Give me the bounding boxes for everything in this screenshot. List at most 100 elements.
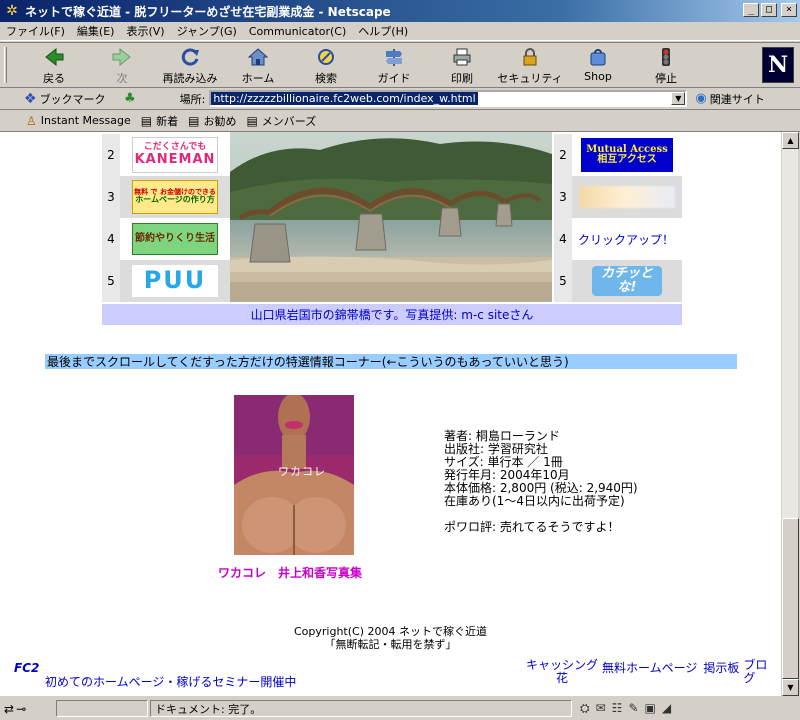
address-book-icon[interactable]: ▣ (645, 701, 656, 716)
component-bar: ⛭ ✉ ☷ ✎ ▣ ◢ (580, 701, 671, 716)
page-proxy-icon[interactable]: ♣ (124, 91, 136, 106)
banner-puu-line1: PUU (143, 266, 207, 295)
minimize-button[interactable]: _ (743, 3, 759, 17)
location-dropdown-icon[interactable]: ▼ (671, 92, 686, 105)
members-button[interactable]: ▤ メンバーズ (246, 113, 316, 129)
stop-label: 停止 (655, 72, 677, 85)
mail-icon[interactable]: ✉ (596, 701, 606, 716)
scrollbar-thumb[interactable] (782, 518, 799, 679)
new-button[interactable]: ▤ 新着 (141, 113, 178, 129)
banner-homepage[interactable]: 無料 で お金儲けのできる ホームページの作り方 (120, 176, 230, 218)
location-url: http://zzzzzbillionaire.fc2web.com/index… (211, 92, 478, 105)
page-content: 2 3 4 5 こだくさんでも KANEMAN 無料 で お金儲けのできる ホー… (0, 132, 781, 696)
close-button[interactable]: × (781, 3, 797, 17)
reload-button[interactable]: 再読み込み (156, 43, 224, 87)
copyright-text: Copyright(C) 2004 ネットで稼ぐ近道 (294, 625, 487, 638)
composer-icon[interactable]: ✎ (628, 701, 638, 716)
bookmarks-button[interactable]: ❖ ブックマーク (24, 91, 124, 107)
back-button[interactable]: 戻る (20, 43, 88, 87)
netscape-app-icon: ✲ (6, 3, 18, 19)
footer-link-bbs[interactable]: 掲示板 (703, 659, 739, 685)
banner-puu[interactable]: PUU (120, 260, 230, 302)
banner-table: 2 3 4 5 こだくさんでも KANEMAN 無料 で お金儲けのできる ホー… (102, 132, 682, 306)
row-number: 5 (102, 260, 120, 302)
stop-button[interactable]: 停止 (632, 43, 700, 87)
scroll-down-icon[interactable]: ▼ (782, 679, 799, 696)
recommended-button[interactable]: ▤ お勧め (188, 113, 236, 129)
vertical-scrollbar[interactable]: ▲ ▼ (781, 132, 799, 696)
bookmark-page-icon: ▤ (140, 113, 153, 128)
footer-link-cashing[interactable]: キャッシング花 (526, 659, 598, 685)
toolbar-grip[interactable] (4, 47, 7, 83)
status-icons: ⇄ ⊸ (4, 702, 56, 716)
security-status-icon[interactable]: ⊸ (16, 702, 26, 716)
banner-kaneman[interactable]: こだくさんでも KANEMAN (120, 134, 230, 176)
print-label: 印刷 (451, 72, 473, 85)
banner-setsuyaku[interactable]: 節約やりくり生活 (120, 218, 230, 260)
forward-label: 次 (116, 72, 128, 85)
footer-link-free-homepage[interactable]: 無料ホームページ (602, 659, 697, 685)
scroll-up-icon[interactable]: ▲ (782, 132, 799, 149)
location-bar: ❖ ブックマーク ♣ 場所: http://zzzzzbillionaire.f… (0, 88, 800, 110)
copyright: Copyright(C) 2004 ネットで稼ぐ近道 「無断転記・転用を禁ず」 (0, 625, 781, 651)
bookmark-page-icon: ▤ (246, 113, 258, 128)
personal-toolbar: ♙ Instant Message ▤ 新着 ▤ お勧め ▤ メンバーズ (0, 110, 800, 132)
book-title-link[interactable]: ワカコレ 井上和香写真集 (218, 564, 362, 581)
menu-help[interactable]: ヘルプ(H) (358, 23, 408, 39)
print-icon (451, 47, 473, 67)
menu-bar: ファイル(F) 編集(E) 表示(V) ジャンプ(G) Communicator… (0, 22, 800, 41)
banner-kachitto-label: カチッとな! (600, 266, 653, 295)
banner-mutual-access[interactable]: Mutual Access 相互アクセス (572, 134, 682, 176)
stop-icon (655, 47, 677, 67)
banner-clickup[interactable]: クリックアップ！ (572, 218, 682, 260)
netscape-throbber-logo[interactable]: N (762, 47, 794, 83)
back-label: 戻る (43, 72, 65, 85)
instant-message-button[interactable]: ♙ Instant Message (26, 114, 131, 128)
banner-setsuyaku-line1: 節約やりくり生活 (135, 232, 215, 244)
location-input[interactable]: http://zzzzzbillionaire.fc2web.com/index… (209, 90, 688, 107)
shop-button[interactable]: Shop (564, 43, 632, 87)
banner-kaneman-line2: KANEMAN (134, 151, 216, 167)
resize-grip-icon[interactable]: ◢ (662, 701, 671, 716)
bookmark-icon: ❖ (24, 90, 37, 107)
footer-link-blog[interactable]: ブログ (743, 659, 769, 685)
fc2-logo[interactable]: FC2 (14, 661, 39, 675)
forward-button[interactable]: 次 (88, 43, 156, 87)
book-cover-image[interactable]: ワカコレ (234, 395, 354, 555)
banner-blurred-image (579, 186, 675, 208)
print-button[interactable]: 印刷 (428, 43, 496, 87)
book-info: 著者: 桐島ローランド 出版社: 学習研究社 サイズ: 単行本 ／ 1冊 発行年… (444, 430, 638, 534)
person-icon: ♙ (26, 113, 37, 128)
row-number: 4 (102, 218, 120, 260)
banner-blurred[interactable] (572, 176, 682, 218)
back-arrow-icon (43, 47, 65, 67)
guide-button[interactable]: ガイド (360, 43, 428, 87)
maximize-button[interactable]: □ (761, 3, 777, 17)
menu-file[interactable]: ファイル(F) (6, 23, 65, 39)
menu-go[interactable]: ジャンプ(G) (177, 23, 237, 39)
banner-kachitto[interactable]: カチッとな! (572, 260, 682, 302)
footer-links: キャッシング花 無料ホームページ 掲示板 ブログ (526, 659, 769, 685)
guide-label: ガイド (377, 72, 411, 85)
progress-field (56, 700, 148, 717)
seminar-link[interactable]: 初めてのホームページ・稼げるセミナー開催中 (45, 673, 296, 690)
security-label: セキュリティ (497, 72, 563, 85)
menu-edit[interactable]: 編集(E) (77, 23, 115, 39)
navigation-toolbar: 戻る 次 再読み込み ホーム 検索 ガイド 印刷 セキュリティ Shop 停止 … (0, 42, 800, 88)
location-label: 場所: (179, 92, 206, 106)
related-sites-button[interactable]: ◉ 関連サイト (695, 91, 764, 107)
security-button[interactable]: セキュリティ (496, 43, 564, 87)
search-button[interactable]: 検索 (292, 43, 360, 87)
banner-homepage-line2: ホームページの作り方 (135, 195, 215, 205)
connection-icon[interactable]: ⇄ (4, 702, 14, 716)
menu-view[interactable]: 表示(V) (126, 23, 164, 39)
home-button[interactable]: ホーム (224, 43, 292, 87)
forward-arrow-icon (111, 47, 133, 67)
navigator-icon[interactable]: ⛭ (580, 701, 590, 716)
new-label: 新着 (156, 114, 179, 128)
groups-icon[interactable]: ☷ (612, 701, 623, 716)
related-sites-icon: ◉ (695, 91, 707, 106)
menu-communicator[interactable]: Communicator(C) (249, 25, 346, 38)
instant-message-label: Instant Message (40, 114, 131, 127)
window-titlebar[interactable]: ✲ ネットで稼ぐ近道 - 脱フリーターめざせ在宅副業成金 - Netscape … (0, 0, 800, 22)
